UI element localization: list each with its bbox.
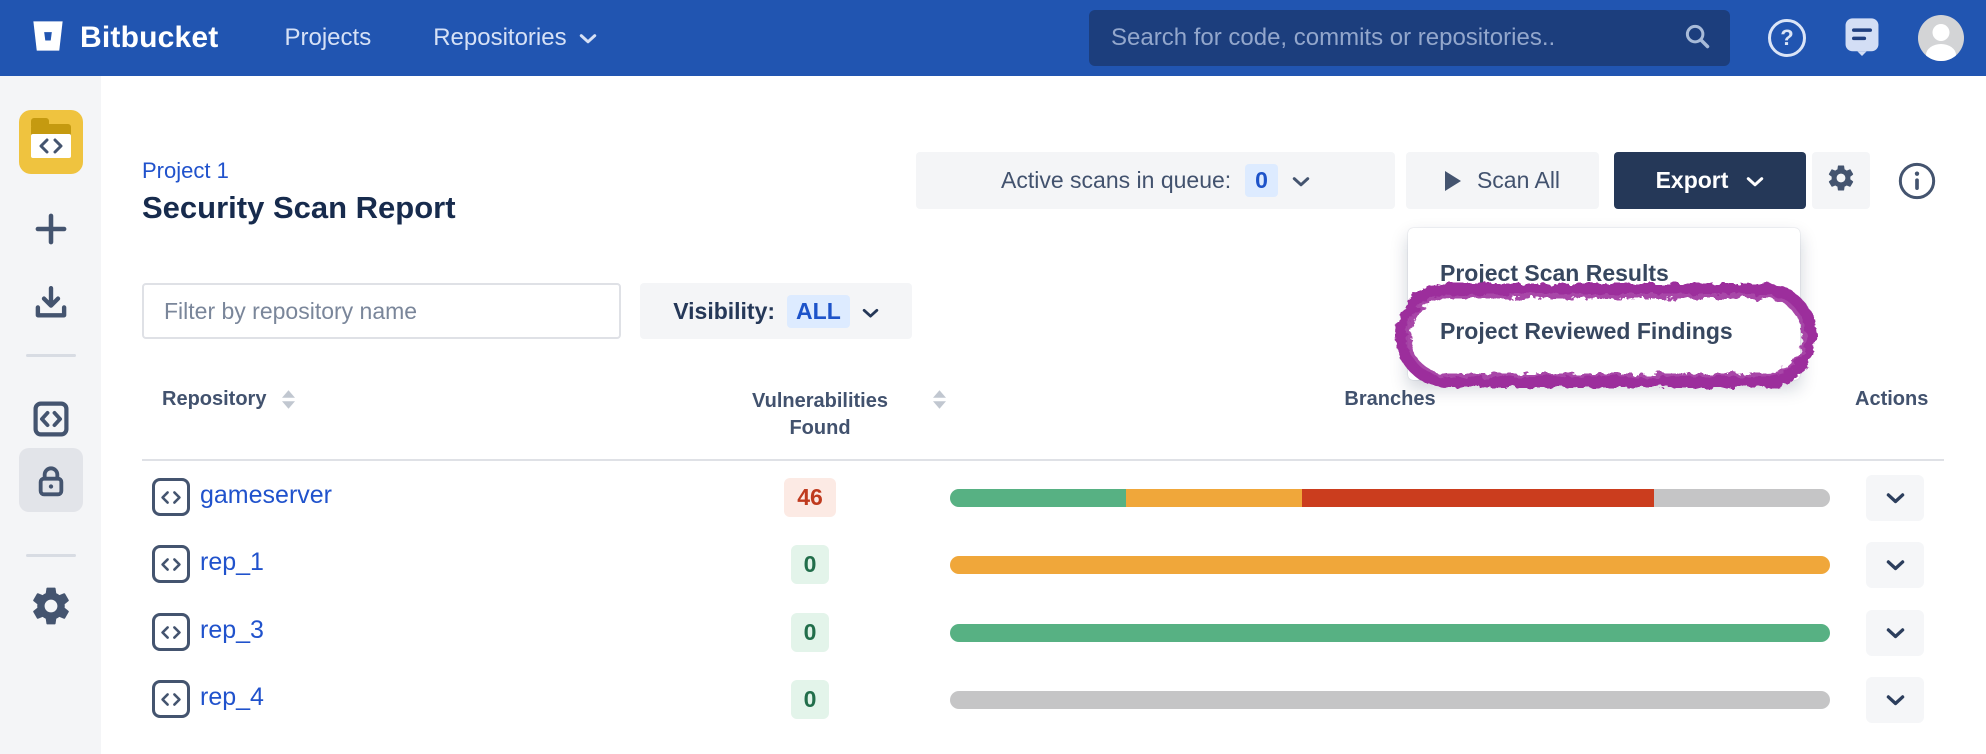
row-actions-dropdown-button[interactable]	[1866, 475, 1924, 521]
help-icon[interactable]: ?	[1768, 19, 1806, 57]
table-row: rep_1 0	[0, 531, 1986, 598]
column-header-repository[interactable]: Repository	[162, 388, 295, 411]
nav-right-cluster: ?	[1768, 0, 1964, 76]
active-scans-queue-dropdown[interactable]: Active scans in queue: 0	[916, 152, 1395, 209]
messages-icon[interactable]	[1844, 16, 1880, 61]
global-search	[1089, 10, 1730, 66]
brand-name: Bitbucket	[80, 21, 219, 55]
table-row: rep_4 0	[0, 666, 1986, 733]
repository-link[interactable]: rep_4	[200, 683, 264, 712]
branches-status-bar	[950, 489, 1830, 507]
primary-nav: Projects Repositories	[219, 24, 597, 52]
chevron-down-icon	[579, 24, 597, 52]
page-title: Security Scan Report	[142, 190, 456, 226]
repository-filter-input[interactable]	[142, 283, 621, 339]
code-icon	[31, 134, 71, 158]
repository-link[interactable]: rep_3	[200, 616, 264, 645]
row-actions-dropdown-button[interactable]	[1866, 610, 1924, 656]
top-navigation-bar: Bitbucket Projects Repositories ?	[0, 0, 1986, 76]
repository-code-icon	[152, 613, 190, 651]
info-icon[interactable]	[1896, 160, 1938, 202]
search-icon[interactable]	[1682, 21, 1712, 56]
sidebar-divider	[26, 354, 76, 357]
row-actions-dropdown-button[interactable]	[1866, 677, 1924, 723]
repository-link[interactable]: rep_1	[200, 548, 264, 577]
repository-code-icon	[152, 478, 190, 516]
breadcrumb-project-link[interactable]: Project 1	[142, 158, 229, 184]
branch-bar-segment	[950, 556, 1830, 574]
nav-item-repositories[interactable]: Repositories	[433, 24, 596, 52]
branch-bar-segment	[950, 691, 1830, 709]
menu-item-project-reviewed-findings[interactable]: Project Reviewed Findings	[1408, 302, 1800, 360]
branch-bar-segment	[1126, 489, 1302, 507]
vulnerabilities-count-badge: 0	[791, 545, 830, 584]
bitbucket-home-link[interactable]: Bitbucket	[30, 18, 219, 59]
repository-link[interactable]: gameserver	[200, 481, 332, 510]
vulnerabilities-count-badge: 0	[791, 680, 830, 719]
visibility-dropdown[interactable]: Visibility: ALL	[640, 283, 912, 339]
export-button[interactable]: Export	[1614, 152, 1806, 209]
bitbucket-logo-icon	[30, 18, 66, 59]
table-header-divider	[142, 459, 1944, 461]
column-header-branches: Branches	[1290, 388, 1490, 411]
vulnerabilities-count-badge: 0	[791, 613, 830, 652]
branches-status-bar	[950, 556, 1830, 574]
plus-icon	[30, 208, 72, 255]
table-row: gameserver 46	[0, 464, 1986, 531]
nav-item-projects[interactable]: Projects	[285, 24, 372, 52]
table-row: rep_3 0	[0, 599, 1986, 666]
queue-count-badge: 0	[1245, 164, 1278, 197]
export-dropdown-menu: Project Scan Results Project Reviewed Fi…	[1408, 228, 1800, 380]
column-header-vulnerabilities[interactable]: Vulnerabilities Found	[700, 388, 940, 442]
chevron-down-icon	[1292, 167, 1310, 194]
branches-status-bar	[950, 691, 1830, 709]
menu-item-project-scan-results[interactable]: Project Scan Results	[1408, 244, 1800, 302]
chevron-down-icon	[1746, 167, 1764, 194]
column-header-actions: Actions	[1855, 388, 1928, 411]
branch-bar-segment	[1302, 489, 1654, 507]
download-icon	[30, 282, 72, 329]
branch-bar-segment	[1654, 489, 1830, 507]
play-icon	[1445, 171, 1461, 191]
sidebar-item-create[interactable]	[0, 208, 101, 255]
row-actions-dropdown-button[interactable]	[1866, 542, 1924, 588]
visibility-label: Visibility:	[673, 298, 775, 325]
vulnerabilities-count-badge: 46	[784, 478, 836, 517]
gear-icon	[1826, 163, 1856, 199]
bitbucket-security-scan-page: Bitbucket Projects Repositories ?	[0, 0, 1986, 754]
branch-bar-segment	[950, 624, 1830, 642]
branch-bar-segment	[950, 489, 1126, 507]
repository-code-icon	[152, 545, 190, 583]
sidebar-item-source[interactable]	[0, 398, 101, 445]
search-input[interactable]	[1111, 24, 1682, 52]
branches-status-bar	[950, 624, 1830, 642]
report-settings-button[interactable]	[1812, 152, 1870, 209]
chevron-down-icon	[862, 298, 879, 325]
project-avatar-folder-code-icon[interactable]	[19, 110, 83, 174]
visibility-value-badge: ALL	[787, 295, 850, 328]
sort-icon	[933, 390, 946, 409]
code-box-icon	[30, 398, 72, 445]
sort-icon	[282, 390, 295, 409]
user-avatar[interactable]	[1918, 15, 1964, 61]
sidebar-item-clone[interactable]	[0, 282, 101, 329]
scan-all-button[interactable]: Scan All	[1406, 152, 1599, 209]
queue-label: Active scans in queue:	[1001, 167, 1231, 194]
repository-code-icon	[152, 680, 190, 718]
